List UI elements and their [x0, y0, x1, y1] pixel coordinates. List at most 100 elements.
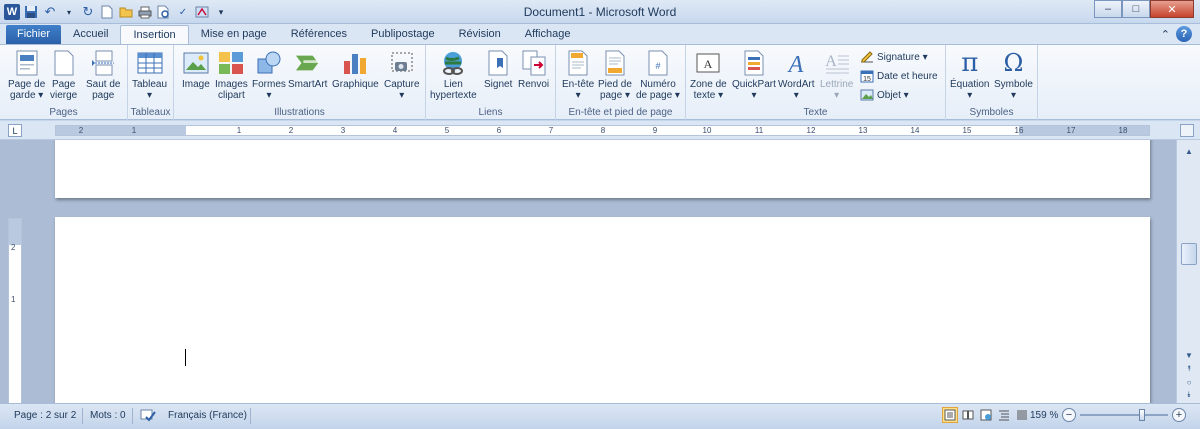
vruler-tick: 1: [11, 295, 16, 304]
tab-revision[interactable]: Révision: [447, 25, 513, 45]
language-status[interactable]: Français (France): [168, 410, 247, 421]
ribbon-tabs: Fichier Accueil Insertion Mise en page R…: [6, 25, 582, 45]
next-page-button[interactable]: ⯯: [1181, 388, 1197, 402]
bookmark-button[interactable]: Signet: [484, 49, 512, 90]
signature-button[interactable]: Signature ▾: [860, 50, 928, 64]
chart-label: Graphique: [332, 79, 379, 90]
page-count-status[interactable]: Page : 2 sur 2: [14, 410, 76, 421]
outline-view-icon[interactable]: [996, 407, 1012, 423]
previous-page-button[interactable]: ⯭: [1181, 362, 1197, 376]
scroll-thumb[interactable]: [1181, 243, 1197, 265]
document-area[interactable]: 2 1: [0, 140, 1176, 403]
blank-page-button[interactable]: Page vierge: [50, 49, 77, 101]
web-layout-view-icon[interactable]: [978, 407, 994, 423]
quickpart-icon: [741, 49, 767, 77]
screenshot-button[interactable]: Capture ▾: [384, 49, 420, 101]
symbol-button[interactable]: Ω Symbole ▾: [994, 48, 1033, 102]
ruler-tick: 15: [962, 126, 972, 135]
view-ruler-button[interactable]: [1180, 124, 1194, 137]
tab-publipostage[interactable]: Publipostage: [359, 25, 447, 45]
quickpart-label: QuickPart ▾: [732, 79, 776, 101]
status-bar: Page : 2 sur 2 Mots : 0 Français (France…: [0, 403, 1200, 429]
header-button[interactable]: En-tête ▾: [562, 49, 594, 101]
chart-button[interactable]: Graphique: [332, 49, 379, 90]
word-count-status[interactable]: Mots : 0: [90, 410, 126, 421]
page-2[interactable]: [55, 217, 1150, 403]
equation-label: Équation ▾: [950, 79, 990, 101]
date-time-button[interactable]: 15 Date et heure: [860, 69, 938, 83]
group-texte: A Zone de texte ▾ QuickPart ▾ A WordArt …: [686, 45, 946, 120]
text-box-button[interactable]: A Zone de texte ▾: [690, 49, 727, 101]
page-break-button[interactable]: Saut de page: [86, 49, 120, 101]
signature-icon: [860, 50, 874, 64]
collapse-ribbon-icon[interactable]: ⌃: [1161, 28, 1170, 41]
tab-accueil[interactable]: Accueil: [61, 25, 120, 45]
full-screen-reading-view-icon[interactable]: [960, 407, 976, 423]
omega-icon: Ω: [1003, 48, 1024, 77]
wordart-label: WordArt ▾: [778, 79, 815, 101]
group-entete-pied: En-tête ▾ Pied de page ▾ # Numéro de pag…: [556, 45, 686, 120]
wordart-button[interactable]: A WordArt ▾: [778, 49, 815, 101]
tab-affichage[interactable]: Affichage: [513, 25, 583, 45]
ruler-tick: 6: [496, 126, 502, 135]
hyperlink-button[interactable]: Lien hypertexte: [430, 49, 477, 101]
dropcap-button[interactable]: A Lettrine ▾: [820, 49, 853, 101]
date-time-label: Date et heure: [877, 70, 938, 82]
ruler-tick: 7: [548, 126, 554, 135]
zoom-level[interactable]: 159 %: [1030, 410, 1058, 421]
scroll-down-button[interactable]: ▼: [1181, 348, 1197, 362]
screenshot-label: Capture ▾: [384, 79, 420, 101]
horizontal-ruler[interactable]: 2 1 1 2 3 4 5 6 7 8 9 10 11 12 13 14 15 …: [55, 125, 1150, 136]
equation-button[interactable]: π Équation ▾: [950, 49, 990, 102]
page-number-button[interactable]: # Numéro de page ▾: [636, 49, 680, 101]
zoom-out-button[interactable]: −: [1062, 408, 1076, 422]
svg-text:15: 15: [863, 76, 871, 83]
vertical-scrollbar[interactable]: ▲ ▼ ⯭ ○ ⯯: [1176, 140, 1200, 403]
cover-page-icon: [14, 49, 40, 77]
tab-fichier[interactable]: Fichier: [6, 25, 62, 45]
header-icon: [565, 49, 591, 77]
footer-button[interactable]: Pied de page ▾: [598, 49, 632, 101]
smartart-button[interactable]: SmartArt: [288, 49, 327, 90]
shapes-button[interactable]: Formes ▾: [252, 49, 286, 101]
chart-icon: [342, 49, 368, 77]
object-button[interactable]: Objet ▾: [860, 88, 909, 102]
zoom-slider-knob[interactable]: [1139, 409, 1146, 421]
scroll-up-button[interactable]: ▲: [1181, 144, 1197, 158]
quickpart-button[interactable]: QuickPart ▾: [732, 49, 776, 101]
ruler-tick: 1: [131, 126, 137, 135]
close-button[interactable]: ✕: [1150, 0, 1194, 18]
vertical-ruler[interactable]: 2 1: [8, 218, 22, 403]
help-icon[interactable]: ?: [1176, 26, 1192, 42]
tab-references[interactable]: Références: [279, 25, 359, 45]
tab-mise-en-page[interactable]: Mise en page: [189, 25, 279, 45]
blank-page-label: Page vierge: [50, 79, 78, 101]
group-illustrations-label: Illustrations: [274, 107, 325, 118]
cross-reference-label: Renvoi: [518, 79, 550, 90]
group-texte-label: Texte: [803, 107, 828, 118]
tab-selector[interactable]: L: [8, 124, 22, 137]
page-break-icon: [90, 49, 116, 77]
tab-insertion[interactable]: Insertion: [120, 25, 189, 45]
page-number-icon: #: [645, 49, 671, 77]
select-browse-object-button[interactable]: ○: [1181, 375, 1197, 389]
cross-reference-button[interactable]: Renvoi: [518, 49, 549, 90]
zoom-in-button[interactable]: +: [1172, 408, 1186, 422]
print-layout-view-icon[interactable]: [942, 407, 958, 423]
zoom-slider[interactable]: [1080, 408, 1168, 422]
proofing-icon[interactable]: [140, 407, 156, 426]
image-button[interactable]: Image: [182, 49, 210, 90]
page-1[interactable]: [55, 140, 1150, 198]
clipart-button[interactable]: Images clipart: [215, 49, 248, 101]
status-separator: [132, 408, 133, 424]
table-button[interactable]: Tableau ▾: [132, 49, 167, 101]
group-liens: Lien hypertexte Signet Renvoi Liens: [426, 45, 556, 120]
text-box-label: Zone de texte ▾: [690, 79, 727, 101]
cover-page-button[interactable]: Page de garde ▾: [8, 49, 45, 101]
draft-view-icon[interactable]: [1014, 407, 1030, 423]
calendar-icon: 15: [860, 69, 874, 83]
group-illustrations: Image Images clipart Formes ▾ SmartArt G…: [174, 45, 426, 120]
maximize-button[interactable]: □: [1122, 0, 1150, 18]
ruler-tick: 18: [1118, 126, 1128, 135]
minimize-button[interactable]: –: [1094, 0, 1122, 18]
